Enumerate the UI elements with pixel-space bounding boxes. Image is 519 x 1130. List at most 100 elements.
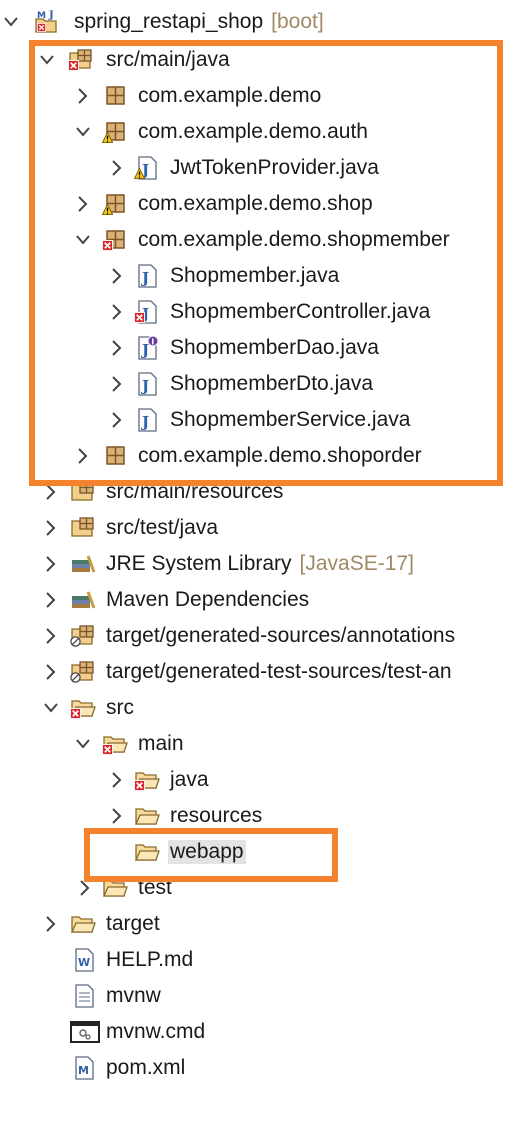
tree-item-label: JRE System Library [JavaSE-17] — [106, 552, 414, 575]
tree-item-label: test — [138, 876, 172, 899]
tree-item-shopmember-service[interactable]: ShopmemberService.java — [0, 402, 519, 438]
tree-item-shopmember-dao[interactable]: I ShopmemberDao.java — [0, 330, 519, 366]
package-error-icon — [102, 228, 128, 252]
tree-item-label: main — [138, 732, 184, 755]
chevron-right-icon[interactable] — [110, 339, 124, 357]
source-folder-icon — [70, 480, 96, 504]
chevron-right-icon[interactable] — [44, 591, 58, 609]
tree-item-label: target/generated-sources/annotations — [106, 624, 456, 647]
tree-item-label: webapp — [168, 840, 246, 864]
tree-item-label: src/main/resources — [106, 480, 284, 503]
tree-item-target[interactable]: target — [0, 906, 519, 942]
tree-item-mvnw[interactable]: mvnw — [0, 978, 519, 1014]
tree-item-help-md[interactable]: W HELP.md — [0, 942, 519, 978]
tree-item-shopmember-controller[interactable]: ShopmemberController.java — [0, 294, 519, 330]
tree-item-label: ShopmemberService.java — [170, 408, 411, 431]
library-icon — [70, 552, 96, 576]
source-folder-icon — [70, 516, 96, 540]
chevron-right-icon[interactable] — [44, 519, 58, 537]
chevron-right-icon[interactable] — [110, 267, 124, 285]
tree-item-shopmember-dto[interactable]: ShopmemberDto.java — [0, 366, 519, 402]
tree-item-label: resources — [170, 804, 263, 827]
tree-item-maven-dependencies[interactable]: Maven Dependencies — [0, 582, 519, 618]
svg-text:M: M — [37, 11, 46, 21]
chevron-right-icon[interactable] — [44, 663, 58, 681]
chevron-right-icon[interactable] — [110, 159, 124, 177]
java-file-icon — [134, 264, 160, 288]
tree-item-label: ShopmemberController.java — [170, 300, 431, 323]
tree-item-shopmember-java[interactable]: Shopmember.java — [0, 258, 519, 294]
chevron-right-icon[interactable] — [44, 627, 58, 645]
chevron-right-icon[interactable] — [110, 807, 124, 825]
svg-text:J: J — [48, 10, 54, 21]
tree-item-resources[interactable]: resources — [0, 798, 519, 834]
tree-item-package-shopmember[interactable]: com.example.demo.shopmember — [0, 222, 519, 258]
source-folder-error-icon — [68, 48, 94, 72]
tree-item-src[interactable]: src — [0, 690, 519, 726]
folder-icon — [134, 804, 160, 828]
java-file-icon — [134, 372, 160, 396]
tree-item-main[interactable]: main — [0, 726, 519, 762]
tree-item-src-main-resources[interactable]: src/main/resources — [0, 474, 519, 510]
svg-text:W: W — [78, 956, 90, 969]
tree-item-label: ShopmemberDto.java — [170, 372, 374, 395]
chevron-right-icon[interactable] — [44, 483, 58, 501]
text-file-icon — [72, 984, 98, 1008]
tree-item-label: HELP.md — [106, 948, 194, 971]
tree-item-pom-xml[interactable]: M pom.xml — [0, 1050, 519, 1086]
tree-item-label: com.example.demo.shoporder — [138, 444, 422, 467]
tree-item-mvnw-cmd[interactable]: mvnw.cmd — [0, 1014, 519, 1050]
tree-item-label: com.example.demo.auth — [138, 120, 368, 143]
tree-item-package-shoporder[interactable]: com.example.demo.shoporder — [0, 438, 519, 474]
tree-item-label: java — [170, 768, 209, 791]
svg-text:I: I — [151, 338, 154, 347]
tree-item-label: com.example.demo.shop — [138, 192, 373, 215]
tree-item-test[interactable]: test — [0, 870, 519, 906]
package-icon — [102, 84, 128, 108]
tree-item-label: Maven Dependencies — [106, 588, 310, 611]
chevron-down-icon[interactable] — [4, 13, 18, 31]
chevron-down-icon[interactable] — [76, 735, 90, 753]
cmd-file-icon — [70, 1020, 100, 1044]
tree-item-generated-sources[interactable]: target/generated-sources/annotations — [0, 618, 519, 654]
java-file-icon — [134, 408, 160, 432]
tree-item-java-folder[interactable]: java — [0, 762, 519, 798]
chevron-down-icon[interactable] — [40, 51, 54, 69]
tree-item-package-auth[interactable]: com.example.demo.auth — [0, 114, 519, 150]
tree-item-package-demo[interactable]: com.example.demo — [0, 78, 519, 114]
chevron-right-icon[interactable] — [76, 195, 90, 213]
tree-item-package-shop[interactable]: com.example.demo.shop — [0, 186, 519, 222]
chevron-right-icon[interactable] — [110, 771, 124, 789]
folder-error-icon — [102, 732, 128, 756]
package-icon — [102, 444, 128, 468]
chevron-right-icon[interactable] — [110, 411, 124, 429]
chevron-right-icon[interactable] — [76, 87, 90, 105]
folder-icon — [102, 876, 128, 900]
tree-item-label: target — [106, 912, 160, 935]
tree-item-label: JwtTokenProvider.java — [170, 156, 379, 179]
chevron-right-icon[interactable] — [110, 303, 124, 321]
tree-item-src-test-java[interactable]: src/test/java — [0, 510, 519, 546]
chevron-right-icon[interactable] — [110, 375, 124, 393]
tree-item-label: src/main/java — [106, 48, 230, 71]
chevron-down-icon[interactable] — [76, 231, 90, 249]
tree-item-label: mvnw — [106, 984, 161, 1007]
maven-pom-icon: M — [72, 1056, 98, 1080]
tree-item-generated-test-sources[interactable]: target/generated-test-sources/test-an — [0, 654, 519, 690]
tree-item-jre-system-library[interactable]: JRE System Library [JavaSE-17] — [0, 546, 519, 582]
chevron-down-icon[interactable] — [44, 699, 58, 717]
chevron-down-icon[interactable] — [76, 123, 90, 141]
tree-item-jwt-token-provider[interactable]: JwtTokenProvider.java — [0, 150, 519, 186]
tree-item-webapp[interactable]: webapp — [0, 834, 519, 870]
folder-icon — [134, 840, 160, 864]
tree-item-project[interactable]: M J spring_restapi_shop [boot] — [0, 4, 519, 40]
svg-text:M: M — [78, 1064, 89, 1077]
chevron-right-icon[interactable] — [76, 447, 90, 465]
java-interface-icon: I — [134, 335, 160, 360]
tree-item-label: com.example.demo.shopmember — [138, 228, 450, 251]
tree-item-src-main-java[interactable]: src/main/java — [0, 42, 519, 78]
tree-item-label: spring_restapi_shop [boot] — [74, 10, 324, 33]
chevron-right-icon[interactable] — [78, 879, 92, 897]
chevron-right-icon[interactable] — [44, 915, 58, 933]
chevron-right-icon[interactable] — [44, 555, 58, 573]
